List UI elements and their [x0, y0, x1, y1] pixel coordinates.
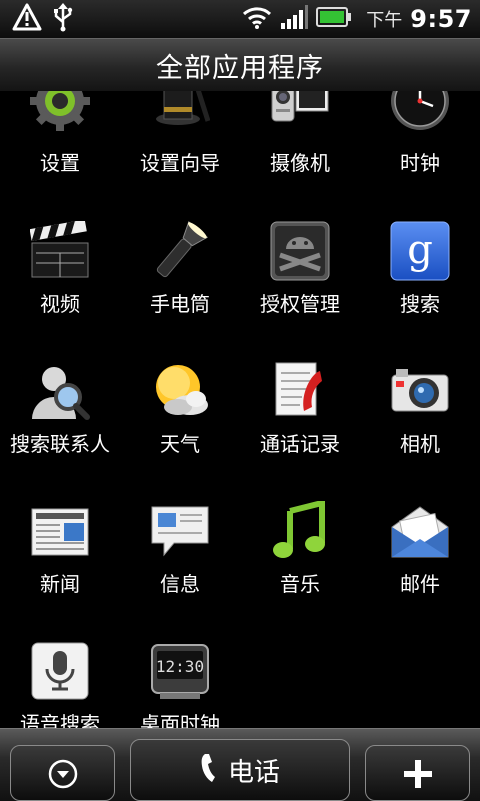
app-label: 天气	[120, 428, 240, 457]
app-label: 手电筒	[120, 288, 240, 317]
music-note-icon	[270, 501, 330, 561]
app-label: 相机	[360, 428, 480, 457]
phone-label: 电话	[228, 752, 280, 789]
collapse-down-icon	[48, 759, 78, 793]
clapperboard-icon	[30, 221, 90, 281]
app-label: 信息	[120, 568, 240, 597]
app-call-log[interactable]: 通话记录	[240, 361, 360, 491]
app-settings[interactable]: 设置	[0, 91, 120, 221]
wifi-icon	[242, 5, 272, 33]
page-title: 全部应用程序	[156, 46, 324, 85]
people-search-icon	[30, 361, 90, 421]
app-clock[interactable]: 时钟	[360, 91, 480, 221]
app-camcorder[interactable]: 摄像机	[240, 91, 360, 221]
app-weather[interactable]: 天气	[120, 361, 240, 491]
add-button[interactable]	[365, 745, 470, 801]
app-music[interactable]: 音乐	[240, 501, 360, 631]
app-label: 搜索联系人	[0, 428, 120, 457]
google-search-icon: g	[390, 221, 450, 281]
app-superuser[interactable]: 授权管理	[240, 221, 360, 351]
app-label: 搜索	[360, 288, 480, 317]
camcorder-icon	[270, 91, 330, 131]
title-bar: 全部应用程序	[0, 38, 480, 92]
app-label: 音乐	[240, 568, 360, 597]
messages-icon	[150, 501, 210, 561]
phone-button[interactable]: 电话	[130, 739, 350, 801]
magic-hat-icon	[150, 91, 210, 131]
app-label: 摄像机	[240, 147, 360, 176]
collapse-button[interactable]	[10, 745, 115, 801]
app-setup-wizard[interactable]: 设置向导	[120, 91, 240, 221]
battery-icon	[316, 6, 352, 32]
app-camera[interactable]: 相机	[360, 361, 480, 491]
svg-text:12:30: 12:30	[156, 657, 204, 676]
app-people-search[interactable]: 搜索联系人	[0, 361, 120, 491]
app-label: 授权管理	[240, 288, 360, 317]
app-mail[interactable]: 邮件	[360, 501, 480, 631]
status-bar: 下午 9:57	[0, 0, 480, 38]
phone-icon	[200, 752, 222, 788]
app-search[interactable]: g 搜索	[360, 221, 480, 351]
add-icon	[404, 760, 432, 792]
app-messages[interactable]: 信息	[120, 501, 240, 631]
weather-sun-cloud-icon	[150, 361, 210, 421]
app-desk-clock[interactable]: 12:30 桌面时钟	[120, 641, 240, 731]
clock-icon	[390, 91, 450, 131]
warning-icon	[12, 3, 42, 35]
usb-icon	[52, 2, 74, 36]
android-superuser-icon	[270, 221, 330, 281]
svg-text:g: g	[407, 227, 433, 273]
app-grid: 设置 设置向导 摄像机	[0, 91, 480, 731]
app-video[interactable]: 视频	[0, 221, 120, 351]
microphone-icon	[30, 641, 90, 701]
call-log-icon	[270, 361, 330, 421]
mail-envelope-icon	[390, 501, 450, 561]
app-label: 视频	[0, 288, 120, 317]
app-flashlight[interactable]: 手电筒	[120, 221, 240, 351]
ampm-label: 下午	[366, 6, 402, 32]
app-news[interactable]: 新闻	[0, 501, 120, 631]
app-label: 通话记录	[240, 428, 360, 457]
flashlight-icon	[150, 221, 210, 281]
camera-icon	[390, 361, 450, 421]
app-label: 新闻	[0, 568, 120, 597]
app-label: 设置	[0, 147, 120, 176]
app-label: 设置向导	[120, 147, 240, 176]
app-voice-search[interactable]: 语音搜索	[0, 641, 120, 731]
newspaper-icon	[30, 501, 90, 561]
desk-clock-icon: 12:30	[150, 641, 210, 701]
bottom-dock: 电话	[0, 728, 480, 801]
status-clock: 9:57	[410, 5, 472, 33]
app-label: 邮件	[360, 568, 480, 597]
app-label: 时钟	[360, 147, 480, 176]
settings-gear-icon	[30, 91, 90, 131]
signal-icon	[280, 5, 308, 33]
